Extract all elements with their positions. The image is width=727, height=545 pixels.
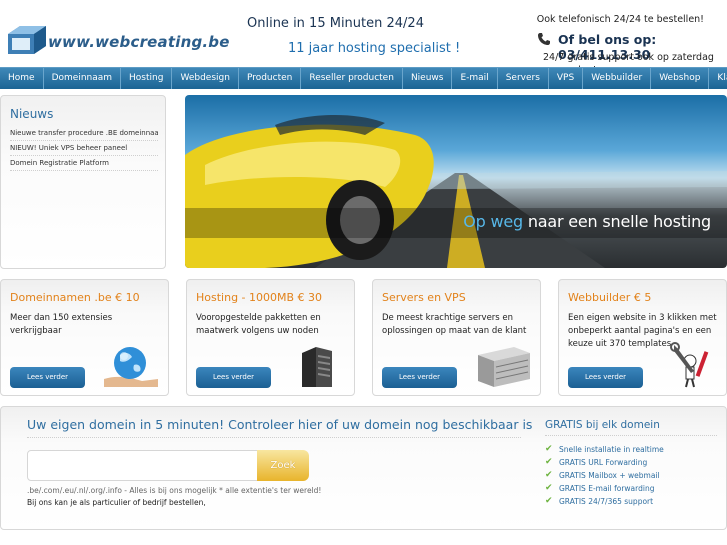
tools-figure-icon	[670, 342, 709, 388]
check-icon: ✔	[545, 483, 553, 493]
feature-desc: Meer dan 150 extensies verkrijgbaar	[10, 313, 113, 336]
nav-item-nieuws[interactable]: Nieuws	[403, 68, 453, 89]
news-list: Nieuwe transfer procedure .BE domeinnaam…	[10, 126, 158, 171]
check-icon: ✔	[545, 496, 553, 506]
feature-title[interactable]: Servers en VPS	[382, 291, 466, 304]
list-item: ✔ Snelle installatie in realtime	[545, 444, 664, 454]
divider	[27, 437, 521, 438]
read-more-button[interactable]: Lees verder	[382, 367, 457, 388]
nav-item-email[interactable]: E-mail	[452, 68, 498, 89]
domain-check-section: Uw eigen domein in 5 minuten! Controleer…	[0, 406, 727, 530]
site-logo[interactable]: www.webcreating.be	[6, 22, 229, 60]
domain-extensions-text: .be/.com/.eu/.nl/.org/.info - Alles is b…	[27, 486, 322, 495]
nav-item-klanten[interactable]: Klanten	[709, 68, 727, 89]
nav-item-domeinnaam[interactable]: Domeinnaam	[44, 68, 122, 89]
list-item: ✔ GRATIS 24/7/365 support	[545, 496, 654, 506]
news-item[interactable]: Nieuwe transfer procedure .BE domeinnaam	[10, 126, 158, 141]
main-nav: Home Domeinnaam Hosting Webdesign Produc…	[0, 67, 727, 89]
gratis-title: GRATIS bij elk domein	[545, 419, 660, 431]
news-title: Nieuws	[10, 107, 54, 121]
tagline-online: Online in 15 Minuten 24/24	[247, 16, 424, 31]
rack-server-icon	[478, 347, 530, 387]
feature-servers: Servers en VPS De meest krachtige server…	[372, 279, 541, 396]
check-icon: ✔	[545, 470, 553, 480]
phone-order-text: Ook telefonisch 24/24 te bestellen!	[536, 14, 704, 25]
list-item: ✔ GRATIS E-mail forwarding	[545, 483, 655, 493]
gratis-list: ✔ Snelle installatie in realtime ✔ GRATIS …	[545, 443, 664, 508]
nav-item-home[interactable]: Home	[0, 68, 44, 89]
domain-search-input[interactable]	[27, 450, 259, 481]
logo-mark-icon	[8, 26, 46, 54]
phone-icon	[538, 33, 550, 45]
news-item[interactable]: Domein Registratie Platform	[10, 156, 158, 171]
feature-domeinnamen: Domeinnamen .be € 10 Meer dan 150 extens…	[0, 279, 169, 396]
read-more-button[interactable]: Lees verder	[196, 367, 271, 388]
tagline-specialist: 11 jaar hosting specialist !	[288, 41, 461, 56]
nav-item-webbuilder[interactable]: Webbuilder	[583, 68, 652, 89]
domain-order-note: Bij ons kan je als particulier of bedrij…	[27, 498, 206, 507]
search-domain-button[interactable]: Zoek	[257, 450, 309, 481]
nav-item-reseller[interactable]: Reseller producten	[301, 68, 403, 89]
domain-check-title: Uw eigen domein in 5 minuten! Controleer…	[27, 417, 533, 432]
nav-item-webdesign[interactable]: Webdesign	[172, 68, 239, 89]
nav-item-producten[interactable]: Producten	[239, 68, 302, 89]
read-more-button[interactable]: Lees verder	[568, 367, 643, 388]
feature-desc: Vooropgestelde pakketten en maatwerk vol…	[196, 313, 321, 336]
list-item: ✔ GRATIS Mailbox + webmail	[545, 470, 660, 480]
nav-item-servers[interactable]: Servers	[498, 68, 549, 89]
server-tower-icon	[302, 347, 332, 387]
read-more-button[interactable]: Lees verder	[10, 367, 85, 388]
nav-item-vps[interactable]: VPS	[549, 68, 584, 89]
news-panel: Nieuws Nieuwe transfer procedure .BE dom…	[0, 95, 166, 269]
feature-hosting: Hosting - 1000MB € 30 Vooropgestelde pak…	[186, 279, 355, 396]
feature-title[interactable]: Webbuilder € 5	[568, 291, 651, 304]
check-icon: ✔	[545, 457, 553, 467]
check-icon: ✔	[545, 444, 553, 454]
banner-caption: Op weg naar een snelle hosting	[463, 212, 711, 231]
feature-title[interactable]: Hosting - 1000MB € 30	[196, 291, 322, 304]
nav-item-hosting[interactable]: Hosting	[121, 68, 173, 89]
site-header: www.webcreating.be Online in 15 Minuten …	[0, 0, 727, 76]
banner-car-illustration	[185, 114, 727, 268]
feature-webbuilder: Webbuilder € 5 Een eigen website in 3 kl…	[558, 279, 727, 396]
logo-text: www.webcreating.be	[48, 33, 230, 51]
news-item[interactable]: NIEUW! Uniek VPS beheer paneel	[10, 141, 158, 156]
globe-in-hand-icon	[104, 347, 158, 387]
nav-item-webshop[interactable]: Webshop	[651, 68, 710, 89]
divider	[545, 435, 717, 436]
feature-title[interactable]: Domeinnamen .be € 10	[10, 291, 140, 304]
list-item: ✔ GRATIS URL Forwarding	[545, 457, 648, 467]
hero-banner[interactable]: Op weg naar een snelle hosting	[185, 95, 727, 268]
feature-desc: De meest krachtige servers en oplossinge…	[382, 313, 527, 336]
